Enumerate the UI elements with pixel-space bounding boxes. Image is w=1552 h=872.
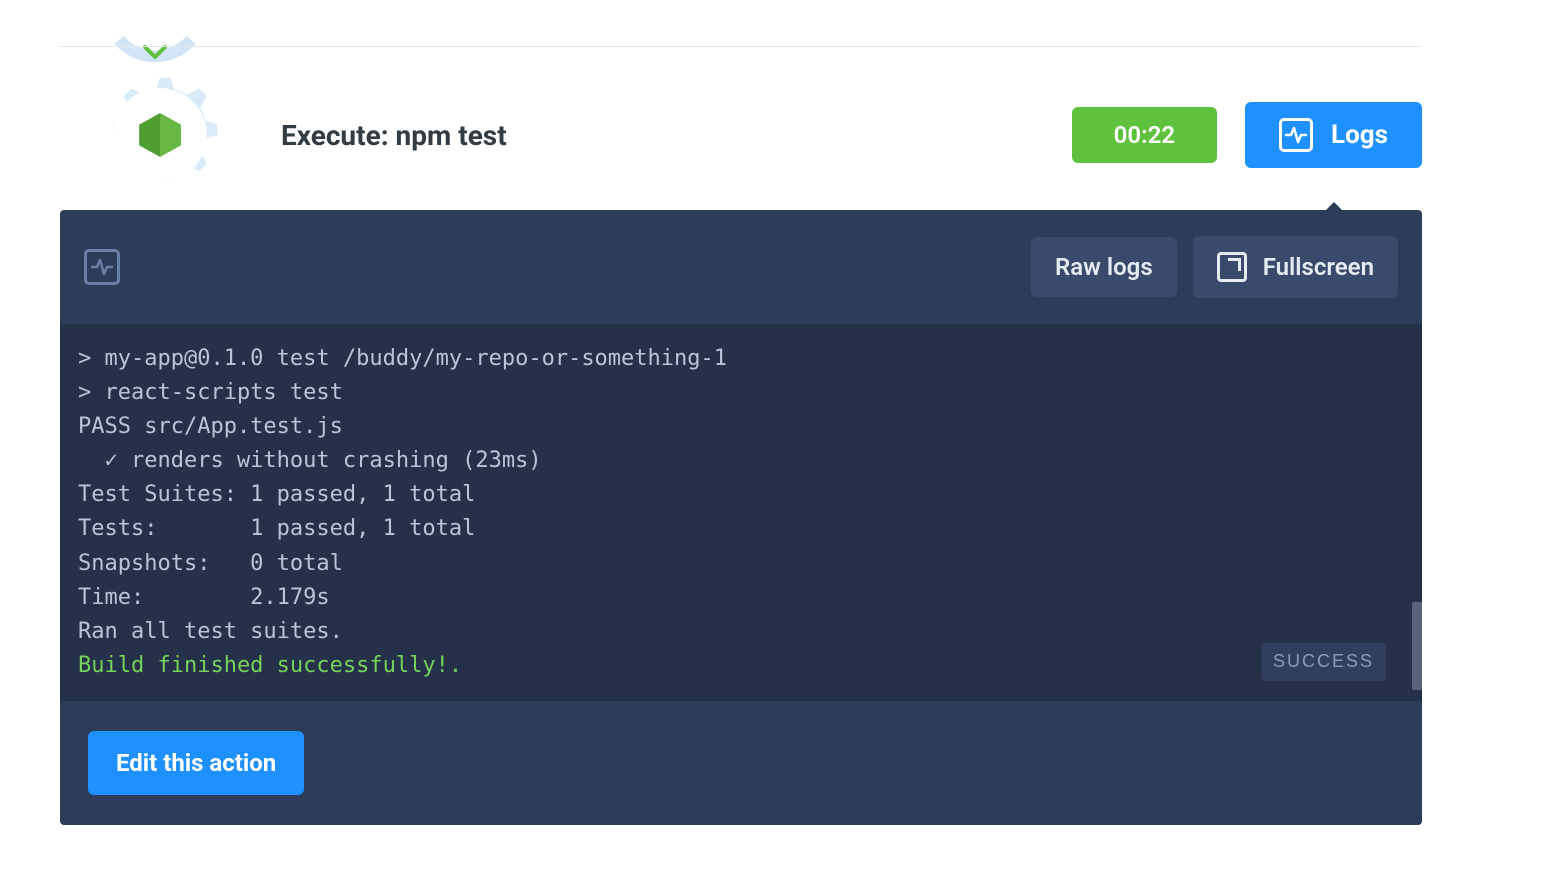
terminal-line: Snapshots: 0 total bbox=[78, 547, 1412, 581]
raw-logs-label: Raw logs bbox=[1055, 253, 1153, 281]
fullscreen-label: Fullscreen bbox=[1263, 253, 1374, 281]
raw-logs-button[interactable]: Raw logs bbox=[1031, 237, 1177, 297]
log-panel: Raw logs Fullscreen > my-app@0.1.0 test … bbox=[60, 210, 1422, 825]
terminal-line: > my-app@0.1.0 test /buddy/my-repo-or-so… bbox=[78, 342, 1412, 376]
terminal-line: Time: 2.179s bbox=[78, 581, 1412, 615]
terminal-line: PASS src/App.test.js bbox=[78, 410, 1412, 444]
fullscreen-button[interactable]: Fullscreen bbox=[1193, 236, 1398, 298]
terminal-success-line: Build finished successfully!. bbox=[78, 649, 1412, 683]
logs-button-label: Logs bbox=[1331, 120, 1388, 150]
log-panel-header: Raw logs Fullscreen bbox=[60, 210, 1422, 324]
terminal-line: > react-scripts test bbox=[78, 376, 1412, 410]
duration-badge: 00:22 bbox=[1072, 107, 1217, 163]
terminal-line: Test Suites: 1 passed, 1 total bbox=[78, 478, 1412, 512]
activity-icon bbox=[1279, 118, 1313, 152]
terminal-line: ✓ renders without crashing (23ms) bbox=[78, 444, 1412, 478]
step-title: Execute: npm test bbox=[281, 119, 1072, 152]
step-gear-badge bbox=[95, 70, 225, 200]
pipeline-step-row: Execute: npm test 00:22 Logs bbox=[60, 60, 1422, 220]
step-divider bbox=[60, 46, 1422, 47]
log-panel-footer: Edit this action bbox=[60, 701, 1422, 825]
terminal-line: Ran all test suites. bbox=[78, 615, 1412, 649]
edit-action-label: Edit this action bbox=[116, 749, 276, 777]
status-badge: SUCCESS bbox=[1261, 643, 1386, 681]
fullscreen-icon bbox=[1217, 252, 1247, 282]
activity-icon bbox=[84, 249, 120, 285]
edit-action-button[interactable]: Edit this action bbox=[88, 731, 304, 795]
terminal-line: Tests: 1 passed, 1 total bbox=[78, 512, 1412, 546]
nodejs-icon bbox=[134, 109, 186, 161]
terminal-output[interactable]: > my-app@0.1.0 test /buddy/my-repo-or-so… bbox=[60, 324, 1422, 701]
logs-button[interactable]: Logs bbox=[1245, 102, 1422, 168]
terminal-scrollbar[interactable] bbox=[1412, 602, 1422, 690]
